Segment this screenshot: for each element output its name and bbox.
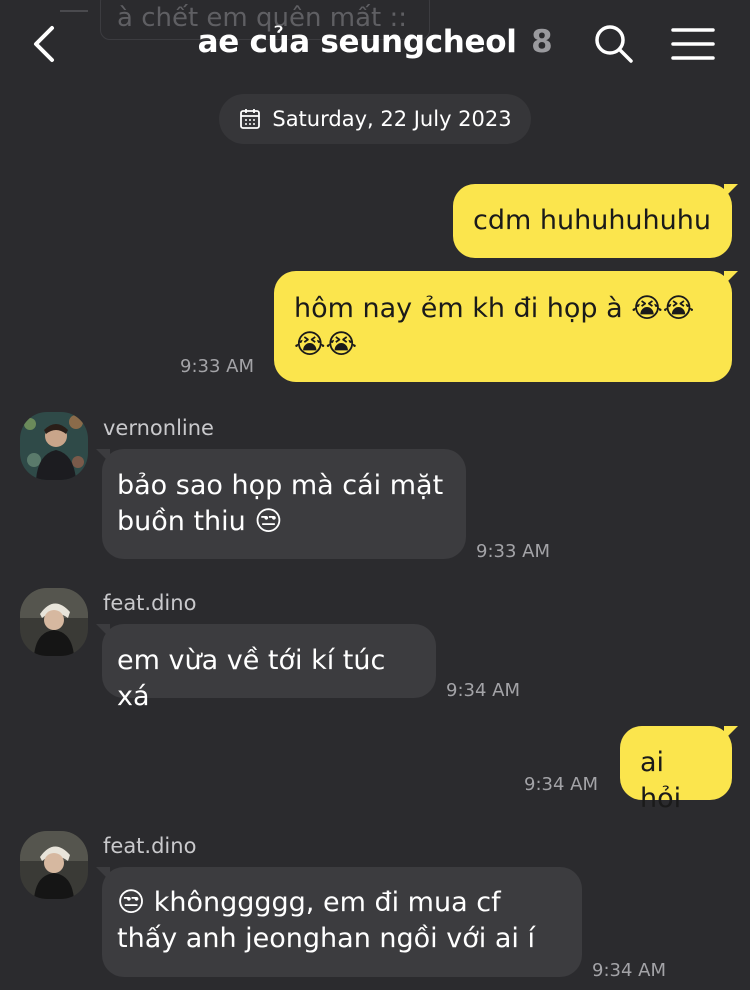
sender-name: feat.dino	[103, 834, 197, 858]
calendar-icon	[240, 109, 261, 129]
message-text: ai hỏi	[640, 747, 682, 814]
ghost-divider	[60, 0, 88, 12]
their-message-bubble[interactable]: 😒 khônggggg, em đi mua cf thấy anh jeong…	[96, 867, 582, 977]
their-message-bubble[interactable]: bảo sao họp mà cái mặt buồn thiu 😒	[96, 449, 466, 559]
my-message-bubble[interactable]: ai hỏi	[620, 726, 738, 814]
chat-title: ae của seungcheol 8	[0, 24, 750, 60]
avatar[interactable]	[20, 588, 88, 656]
message-text: em vừa về tới kí túc xá	[117, 645, 386, 712]
menu-button[interactable]	[670, 24, 716, 64]
sender-name: vernonline	[103, 416, 214, 440]
message-text: bảo sao họp mà cái mặt buồn thiu 😒	[117, 470, 444, 537]
message-text: 😒 khônggggg, em đi mua cf thấy anh jeong…	[117, 887, 535, 954]
their-message-bubble[interactable]: em vừa về tới kí túc xá	[96, 624, 436, 712]
avatar-vernonline-image	[20, 412, 88, 480]
avatar[interactable]	[20, 831, 88, 899]
hamburger-icon	[671, 28, 715, 60]
message-time: 9:33 AM	[180, 356, 254, 377]
search-button[interactable]	[592, 22, 636, 66]
chat-title-text: ae của seungcheol	[197, 24, 517, 60]
date-label: Saturday, 22 July 2023	[272, 107, 512, 131]
message-time: 9:34 AM	[592, 960, 666, 981]
avatar[interactable]	[20, 412, 88, 480]
message-time: 9:34 AM	[446, 680, 520, 701]
my-message-bubble[interactable]: hôm nay ẻm kh đi họp à 😭😭😭😭	[274, 271, 738, 382]
sender-name: feat.dino	[103, 591, 197, 615]
member-count: 8	[531, 24, 553, 60]
message-text: hôm nay ẻm kh đi họp à 😭😭😭😭	[294, 293, 695, 360]
message-time: 9:33 AM	[476, 541, 550, 562]
my-message-bubble[interactable]: cdm huhuhuhuhu	[453, 184, 738, 258]
search-icon	[595, 25, 633, 63]
avatar-feat-dino-image	[20, 831, 88, 899]
avatar-feat-dino-image	[20, 588, 88, 656]
message-time: 9:34 AM	[524, 774, 598, 795]
message-text: cdm huhuhuhuhu	[473, 205, 711, 236]
date-separator: Saturday, 22 July 2023	[219, 94, 531, 144]
